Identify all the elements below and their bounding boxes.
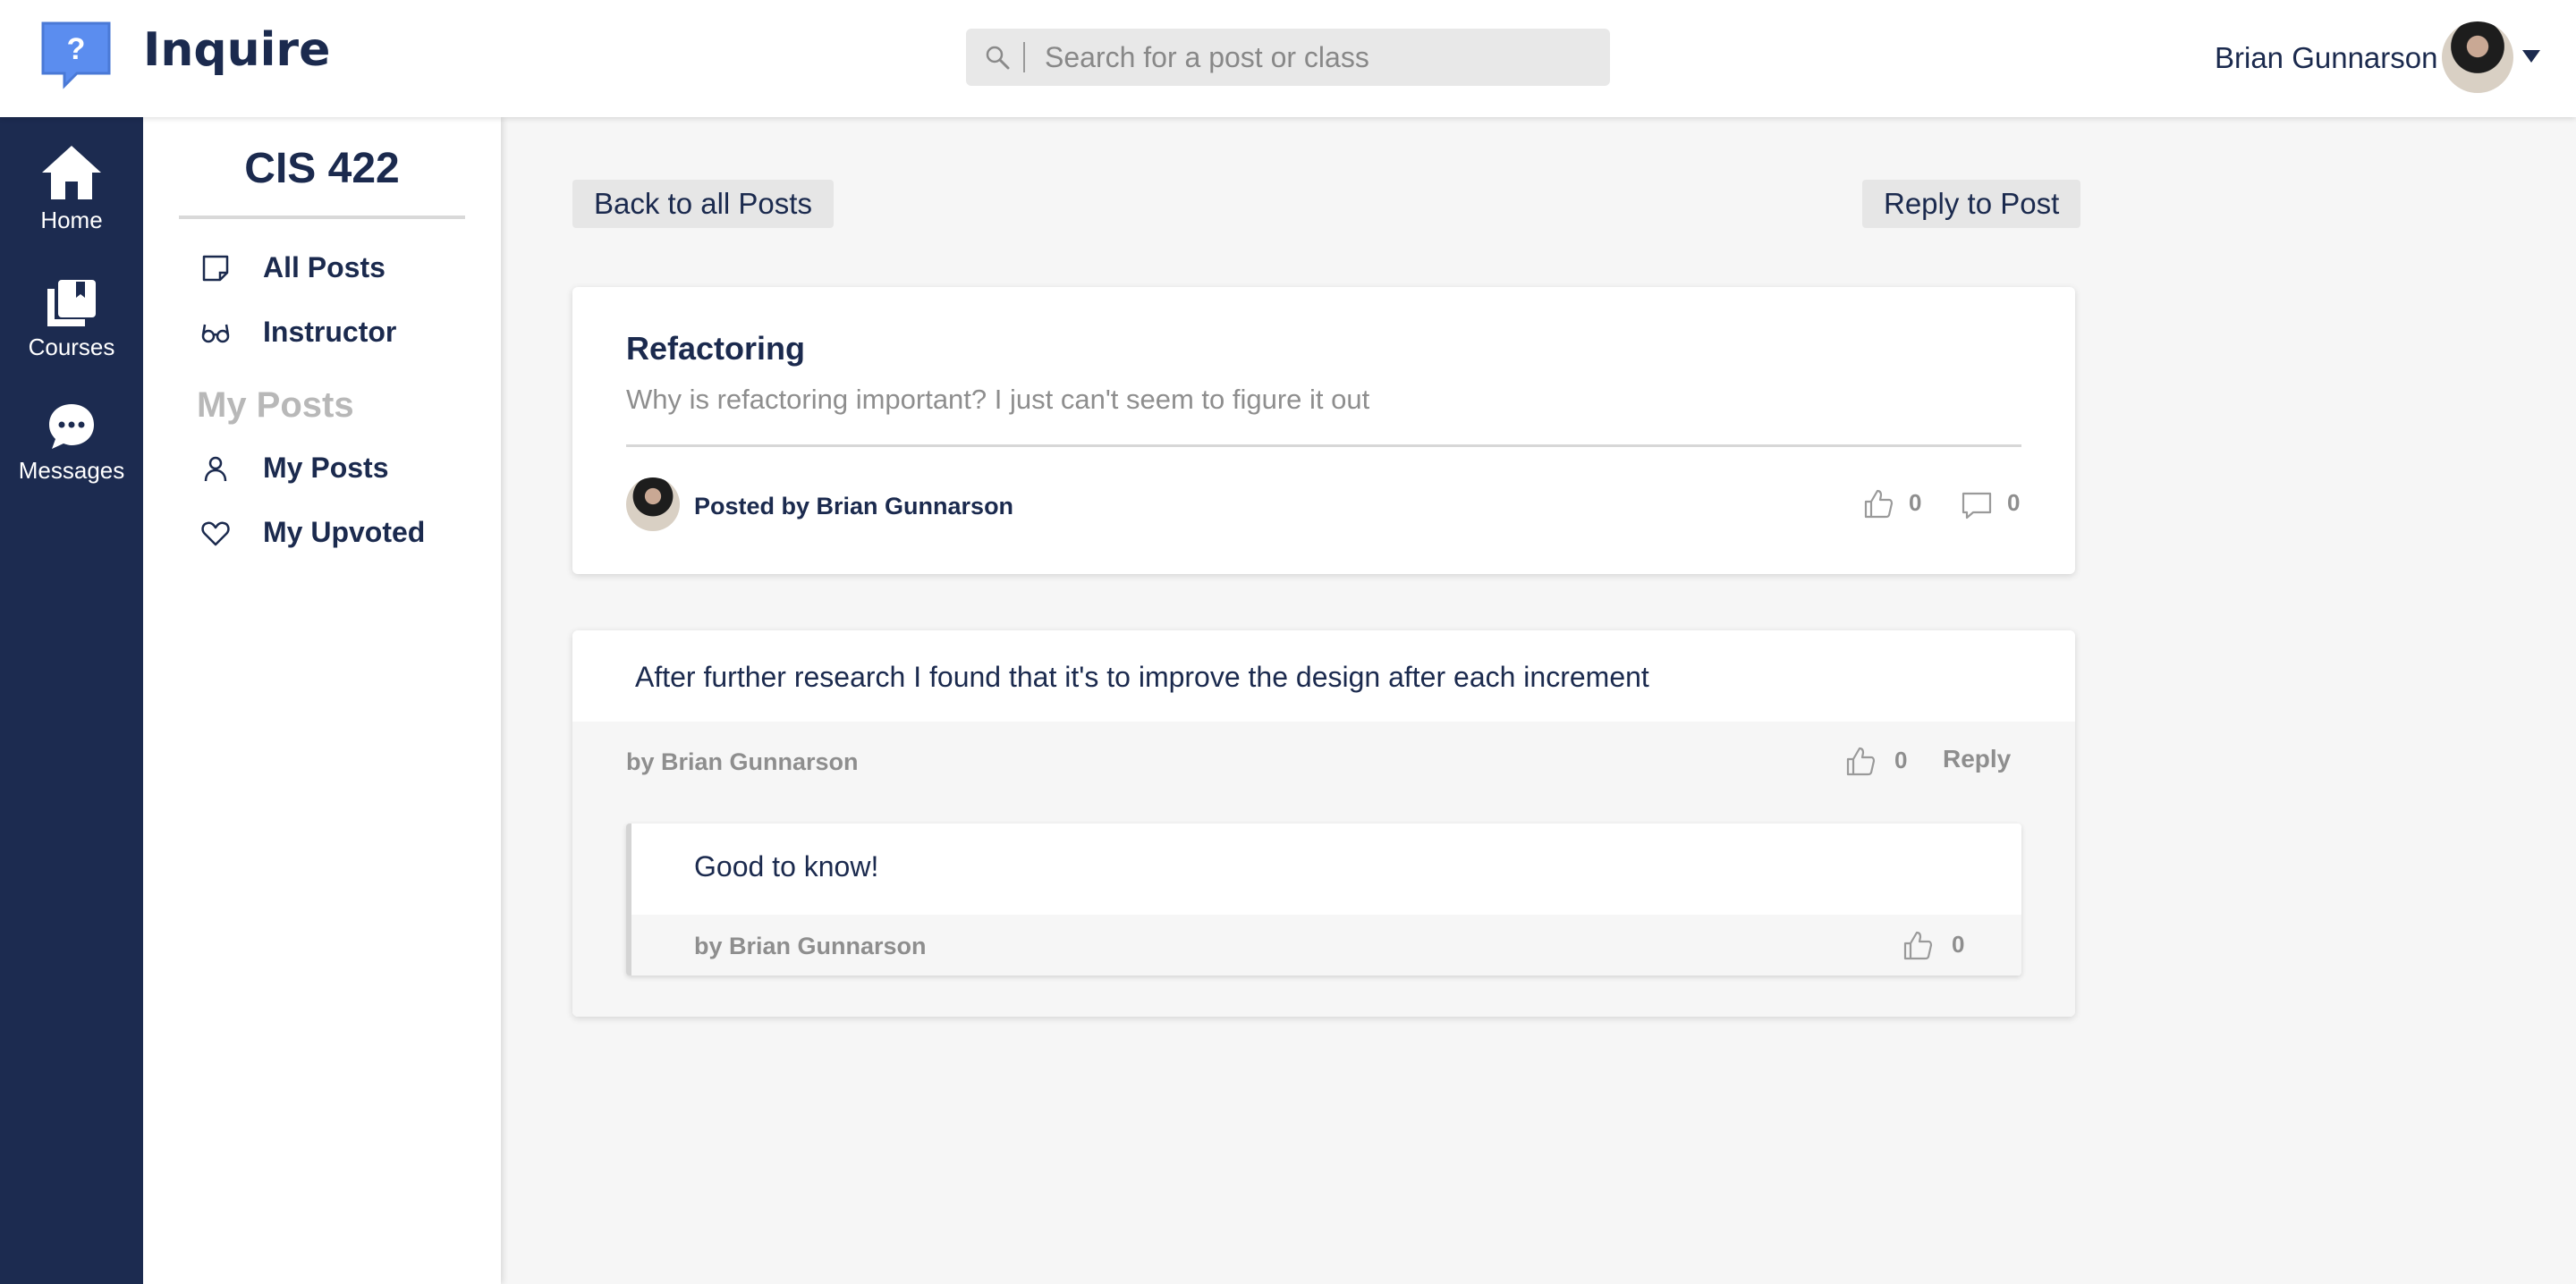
search-bar[interactable] [966, 29, 1610, 86]
thumbs-up-icon[interactable] [1862, 487, 1894, 520]
rail-label: Home [40, 207, 103, 233]
rail-item-courses[interactable]: Courses [0, 278, 143, 361]
messages-icon [49, 404, 94, 449]
back-to-all-posts-button[interactable]: Back to all Posts [572, 180, 834, 228]
reply-text: After further research I found that it's… [635, 661, 1649, 693]
author-avatar [626, 477, 680, 531]
logo-icon[interactable]: ? [38, 20, 114, 89]
course-sidebar: CIS 422 All Posts Instructor My Posts My… [143, 117, 501, 1284]
courses-icon [47, 280, 96, 326]
sidebar-item-instructor[interactable]: Instructor [200, 316, 396, 349]
heart-icon [201, 521, 230, 545]
search-divider [1023, 42, 1025, 72]
search-input[interactable] [1045, 40, 1581, 74]
sidebar-item-label: My Posts [263, 452, 389, 484]
chevron-down-icon[interactable] [2522, 50, 2540, 63]
comment-count: 0 [2007, 489, 2021, 516]
reply-link[interactable]: Reply [1943, 745, 2011, 773]
user-avatar[interactable] [2442, 21, 2513, 93]
rail-label: Courses [28, 334, 115, 360]
sidebar-item-all-posts[interactable]: All Posts [200, 251, 386, 284]
like-count: 0 [1894, 747, 1908, 773]
post-body: Why is refactoring important? I just can… [626, 384, 1370, 415]
rail-item-messages[interactable]: Messages [0, 401, 143, 485]
sidebar-item-my-upvoted[interactable]: My Upvoted [200, 516, 425, 549]
person-icon [204, 456, 227, 481]
nested-reply-author: by Brian Gunnarson [694, 933, 927, 959]
note-icon [202, 255, 229, 281]
reply-to-post-button[interactable]: Reply to Post [1862, 180, 2081, 228]
logo-glyph: ? [67, 32, 86, 66]
top-bar: ? Inquire Brian Gunnarson [0, 0, 2576, 117]
post-title: Refactoring [626, 330, 806, 367]
nested-reply-card: Good to know! by Brian Gunnarson 0 [626, 824, 2021, 976]
post-card: Refactoring Why is refactoring important… [572, 287, 2075, 574]
like-count: 0 [1909, 489, 1922, 516]
sidebar-item-my-posts[interactable]: My Posts [200, 452, 388, 485]
user-name[interactable]: Brian Gunnarson [2215, 41, 2437, 75]
reply-card: After further research I found that it's… [572, 630, 2075, 1017]
sidebar-item-label: Instructor [263, 316, 397, 348]
app-name[interactable]: Inquire [143, 23, 330, 77]
comment-icon[interactable] [1961, 489, 1993, 521]
divider [179, 215, 465, 219]
icon-rail: Home Courses Messages [0, 117, 143, 1284]
glasses-icon [201, 324, 230, 342]
section-label-my-posts: My Posts [197, 385, 354, 425]
course-title: CIS 422 [244, 145, 400, 192]
rail-item-home[interactable]: Home [0, 144, 143, 234]
search-icon [986, 46, 1010, 70]
sidebar-item-label: All Posts [263, 251, 386, 283]
rail-label: Messages [18, 457, 125, 484]
sidebar-item-label: My Upvoted [263, 516, 426, 548]
thumbs-up-icon[interactable] [1902, 929, 1934, 961]
thumbs-up-icon[interactable] [1844, 745, 1877, 777]
posted-by: Posted by Brian Gunnarson [694, 493, 1014, 520]
home-icon [42, 146, 101, 199]
divider [626, 444, 2021, 447]
like-count: 0 [1952, 931, 1965, 958]
nested-reply-text: Good to know! [694, 850, 879, 883]
reply-author: by Brian Gunnarson [626, 748, 859, 775]
